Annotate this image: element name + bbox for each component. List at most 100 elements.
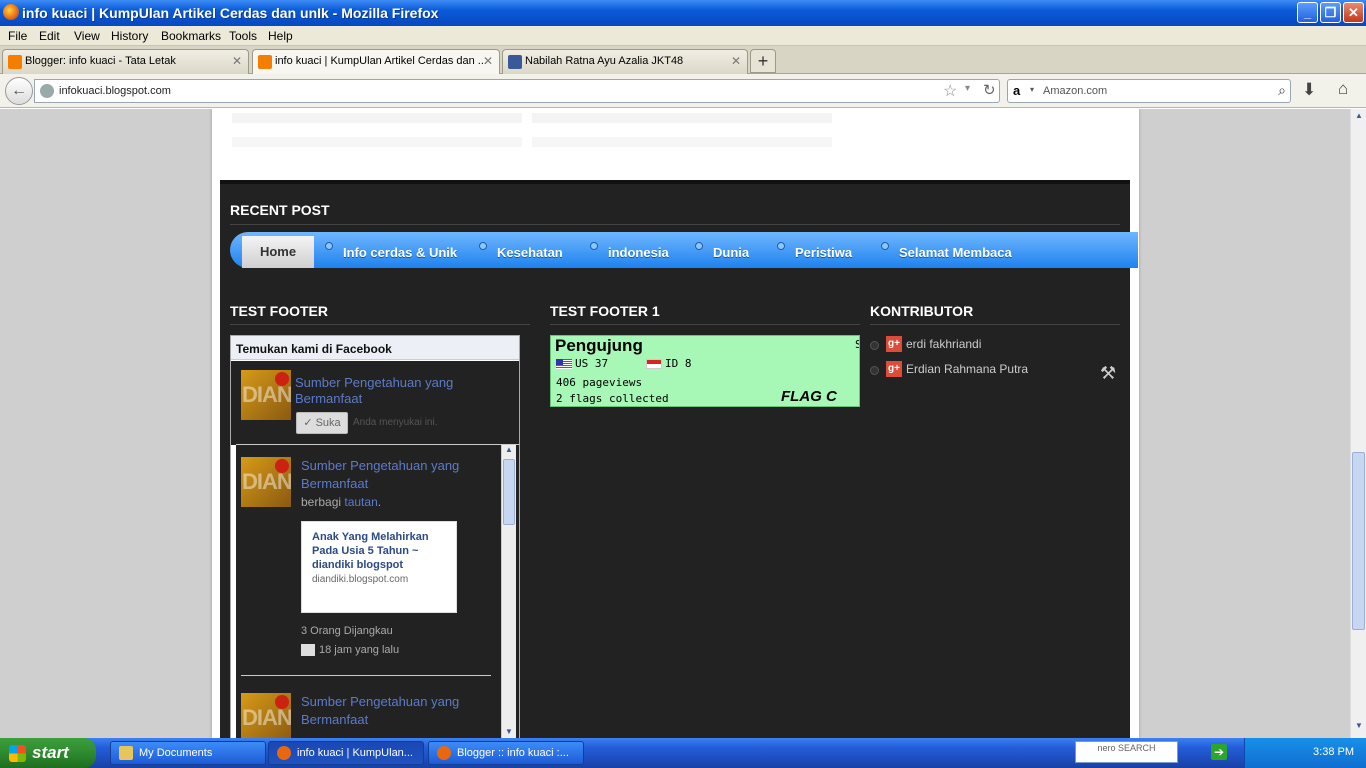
feed-scrollbar[interactable]: ▲ ▼	[501, 445, 516, 738]
pageviews-count: 406 pageviews	[556, 376, 643, 389]
google-plus-icon: g+	[886, 361, 902, 377]
divider	[870, 324, 1120, 325]
firefox-icon	[437, 746, 451, 760]
divider	[230, 224, 1120, 225]
us-flag-icon	[556, 359, 572, 369]
menu-edit[interactable]: Edit	[39, 29, 60, 43]
faded-content	[532, 113, 832, 123]
menu-selamat-membaca[interactable]: Selamat Membaca	[899, 245, 1012, 260]
post-avatar[interactable]: DIAN	[241, 693, 291, 738]
search-icon[interactable]: ⌕	[1278, 82, 1286, 99]
menu-indonesia[interactable]: indonesia	[608, 245, 669, 260]
taskbar-firefox-blogger[interactable]: Blogger :: info kuaci :...	[428, 741, 584, 765]
nav-menu: Home Info cerdas & Unik Kesehatan indone…	[230, 232, 1138, 268]
minimize-button[interactable]: _	[1297, 2, 1318, 23]
bookmark-star-icon[interactable]: ☆	[943, 81, 957, 101]
menu-help[interactable]: Help	[268, 29, 293, 43]
bullet-icon	[325, 242, 333, 250]
url-dropdown-icon[interactable]: ▾	[965, 83, 970, 94]
faded-content	[232, 113, 522, 123]
link-preview-card[interactable]: Anak Yang Melahirkan Pada Usia 5 Tahun ~…	[301, 521, 457, 613]
id-flag-icon	[646, 359, 662, 369]
menu-history[interactable]: History	[111, 29, 148, 43]
facebook-page-name[interactable]: Sumber Pengetahuan yang Bermanfaat	[295, 375, 495, 407]
menu-view[interactable]: View	[74, 29, 100, 43]
menu-home[interactable]: Home	[242, 236, 314, 268]
page-viewport: RECENT POST Home Info cerdas & Unik Kese…	[0, 109, 1350, 738]
tools-icon[interactable]: ⚒	[1100, 363, 1116, 384]
tab-blogger-layout[interactable]: Blogger: info kuaci - Tata Letak ✕	[2, 49, 249, 74]
search-placeholder[interactable]: Amazon.com	[1043, 85, 1107, 97]
post-link[interactable]: tautan	[344, 495, 377, 509]
tab-facebook[interactable]: Nabilah Ratna Ayu Azalia JKT48 ✕	[502, 49, 748, 74]
start-button[interactable]: start	[0, 738, 96, 768]
post-author[interactable]: Sumber Pengetahuan yang Bermanfaat	[301, 693, 461, 729]
page-avatar[interactable]: DIAN	[241, 370, 291, 420]
search-engine-dropdown-icon[interactable]: ▾	[1030, 85, 1034, 94]
close-tab-icon[interactable]: ✕	[731, 54, 741, 68]
menu-peristiwa[interactable]: Peristiwa	[795, 245, 852, 260]
scroll-thumb[interactable]	[503, 459, 515, 525]
menu-bookmarks[interactable]: Bookmarks	[161, 29, 221, 43]
menu-info-cerdas[interactable]: Info cerdas & Unik	[343, 245, 457, 260]
footer-col-title: KONTRIBUTOR	[870, 303, 974, 319]
blogger-icon	[8, 55, 22, 69]
post-divider	[241, 675, 491, 676]
flags-collected: 2 flags collected	[556, 392, 669, 405]
bullet-icon	[479, 242, 487, 250]
home-icon[interactable]: ⌂	[1338, 79, 1348, 99]
post-time: 18 jam yang lalu	[301, 644, 399, 657]
window-title: info kuaci | KumpUlan Artikel Cerdas dan…	[22, 5, 439, 21]
like-button[interactable]: ✓ Suka	[296, 412, 348, 434]
recent-post-title: RECENT POST	[230, 202, 330, 218]
scroll-down-icon[interactable]: ▼	[1352, 721, 1366, 735]
taskbar-my-documents[interactable]: My Documents	[110, 741, 266, 765]
bullet-icon	[881, 242, 889, 250]
footer-col-title: TEST FOOTER 1	[550, 303, 660, 319]
folder-icon	[119, 746, 133, 760]
flag-counter-widget[interactable]: Pengujung S US 37 ID 8 406 pageviews 2 f…	[550, 335, 860, 407]
menu-dunia[interactable]: Dunia	[713, 245, 749, 260]
menu-kesehatan[interactable]: Kesehatan	[497, 245, 563, 260]
tab-label: info kuaci | KumpUlan Artikel Cerdas dan…	[275, 55, 487, 67]
clock[interactable]: 3:38 PM	[1313, 746, 1354, 758]
amazon-icon[interactable]: a	[1013, 83, 1027, 99]
menu-tools[interactable]: Tools	[229, 29, 257, 43]
close-tab-icon[interactable]: ✕	[232, 54, 242, 68]
scroll-up-icon[interactable]: ▲	[502, 445, 516, 458]
url-text[interactable]: infokuaci.blogspot.com	[59, 85, 171, 97]
download-icon[interactable]: ⬇	[1302, 80, 1316, 100]
post-avatar[interactable]: DIAN	[241, 457, 291, 507]
bullet-icon	[695, 242, 703, 250]
faded-content	[532, 137, 832, 147]
bullet-icon	[870, 341, 879, 350]
contributor-name[interactable]: erdi fakhriandi	[906, 337, 981, 351]
menu-file[interactable]: File	[8, 29, 27, 43]
reload-icon[interactable]: ↻	[983, 81, 996, 99]
link-title[interactable]: Anak Yang Melahirkan Pada Usia 5 Tahun ~…	[312, 530, 446, 572]
scroll-down-icon[interactable]: ▼	[502, 727, 516, 738]
divider	[550, 324, 860, 325]
new-tab-button[interactable]: +	[750, 49, 776, 73]
page-scrollbar[interactable]: ▲ ▼	[1350, 109, 1366, 738]
close-tab-icon[interactable]: ✕	[483, 54, 493, 68]
back-button[interactable]: ←	[5, 77, 33, 105]
globe-icon	[40, 84, 54, 98]
scroll-up-icon[interactable]: ▲	[1352, 111, 1366, 125]
tab-label: Nabilah Ratna Ayu Azalia JKT48	[525, 55, 684, 67]
contributor-name[interactable]: Erdian Rahmana Putra	[906, 362, 1028, 376]
taskbar-firefox-info-kuaci[interactable]: info kuaci | KumpUlan...	[268, 741, 424, 765]
nero-search-box[interactable]: nero SEARCH	[1075, 741, 1178, 763]
tab-info-kuaci[interactable]: info kuaci | KumpUlan Artikel Cerdas dan…	[252, 49, 500, 75]
reach-count: 3 Orang Dijangkau	[301, 625, 393, 637]
scroll-thumb[interactable]	[1352, 452, 1365, 630]
close-button[interactable]: ✕	[1343, 2, 1364, 23]
maximize-button[interactable]: ❐	[1320, 2, 1341, 23]
post-author[interactable]: Sumber Pengetahuan yang Bermanfaat	[301, 457, 461, 493]
tab-strip: Blogger: info kuaci - Tata Letak ✕ info …	[0, 46, 1366, 75]
search-box[interactable]: a ▾ Amazon.com ⌕	[1007, 79, 1291, 103]
url-bar[interactable]: infokuaci.blogspot.com ☆ ▾ ↻	[34, 79, 1000, 103]
bullet-icon	[870, 366, 879, 375]
go-arrow-icon[interactable]: ➔	[1211, 744, 1227, 760]
menu-bar: File Edit View History Bookmarks Tools H…	[0, 26, 1366, 46]
